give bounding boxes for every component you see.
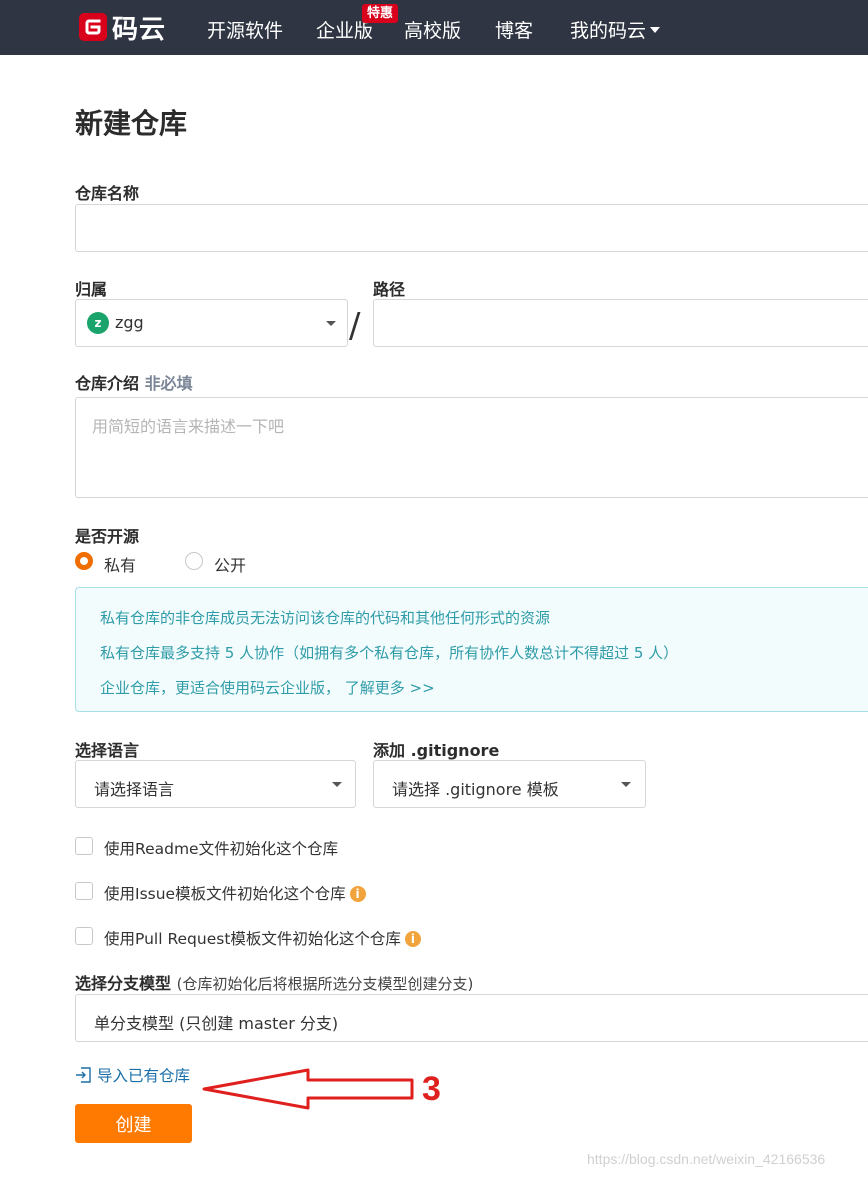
issue-checkbox[interactable] [75,882,93,900]
open-source-label: 是否开源 [75,527,140,546]
gitignore-caret-icon [621,782,631,787]
language-value: 请选择语言 [94,780,175,799]
import-icon [76,1066,91,1083]
import-repo-label: 导入已有仓库 [97,1067,191,1085]
readme-checkbox[interactable] [75,837,93,855]
gitignore-label: 添加 .gitignore [373,741,500,760]
nav-sale-badge: 特惠 [362,4,399,23]
radio-public-label[interactable]: 公开 [214,552,246,576]
import-repo-link[interactable]: 导入已有仓库 [75,1064,190,1086]
nav-my-gitee-label: 我的码云 [570,20,647,42]
issue-checkbox-label: 使用Issue模板文件初始化这个仓库 [104,885,346,903]
desc-optional-text: 非必填 [144,374,193,393]
annotation-arrow [202,1068,414,1110]
info-line-2: 私有仓库最多支持 5 人协作（如拥有多个私有仓库，所有协作人数总计不得超过 5 … [100,644,679,662]
top-nav: 码云 开源软件 企业版 特惠 高校版 博客 我的码云 [0,0,868,55]
nav-blog[interactable]: 博客 [495,16,533,43]
radio-private[interactable] [75,552,93,570]
repo-name-input[interactable] [75,204,868,252]
info-line-enterprise-link[interactable]: 企业仓库，更适合使用码云企业版， 了解更多 >> [100,677,435,698]
repo-name-label: 仓库名称 [75,184,140,203]
watermark: https://blog.csdn.net/weixin_42166536 [587,1151,826,1167]
logo[interactable]: 码云 [78,10,167,45]
nav-education[interactable]: 高校版 [404,16,461,43]
radio-public[interactable] [185,552,203,570]
branch-label: 选择分支模型 (仓库初始化后将根据所选分支模型创建分支) [75,970,473,994]
create-button[interactable]: 创建 [75,1104,192,1143]
issue-checkbox-label-wrap[interactable]: 使用Issue模板文件初始化这个仓库 i [104,882,366,904]
path-separator: / [349,306,361,346]
pr-checkbox[interactable] [75,927,93,945]
owner-avatar: z [87,312,109,334]
desc-placeholder: 用简短的语言来描述一下吧 [92,417,285,436]
desc-label: 仓库介绍 非必填 [75,370,193,394]
desc-label-text: 仓库介绍 [75,374,140,393]
branch-value: 单分支模型 (只创建 master 分支) [94,1014,339,1033]
info-line-1: 私有仓库的非仓库成员无法访问该仓库的代码和其他任何形式的资源 [100,609,551,627]
owner-label: 归属 [75,280,108,299]
logo-text: 码云 [112,14,167,45]
branch-hint: (仓库初始化后将根据所选分支模型创建分支) [176,975,474,993]
owner-value: zgg [115,313,144,332]
info-icon[interactable]: i [404,930,421,947]
nav-open-source[interactable]: 开源软件 [207,16,283,43]
language-label: 选择语言 [75,741,140,760]
readme-checkbox-label[interactable]: 使用Readme文件初始化这个仓库 [104,837,338,859]
gitignore-value: 请选择 .gitignore 模板 [392,780,559,799]
branch-label-text: 选择分支模型 [75,974,172,993]
page-title: 新建仓库 [75,107,188,140]
radio-private-label[interactable]: 私有 [104,552,136,576]
path-input[interactable] [373,299,868,347]
nav-my-gitee[interactable]: 我的码云 [570,16,661,43]
info-icon[interactable]: i [349,885,366,902]
pr-checkbox-label: 使用Pull Request模板文件初始化这个仓库 [104,930,401,948]
chevron-down-icon [650,26,661,33]
pr-checkbox-label-wrap[interactable]: 使用Pull Request模板文件初始化这个仓库 i [104,927,421,949]
logo-g-icon [79,13,107,41]
owner-caret-icon [326,321,336,326]
language-caret-icon [332,782,342,787]
path-label: 路径 [373,280,406,299]
annotation-number: 3 [422,1070,441,1108]
